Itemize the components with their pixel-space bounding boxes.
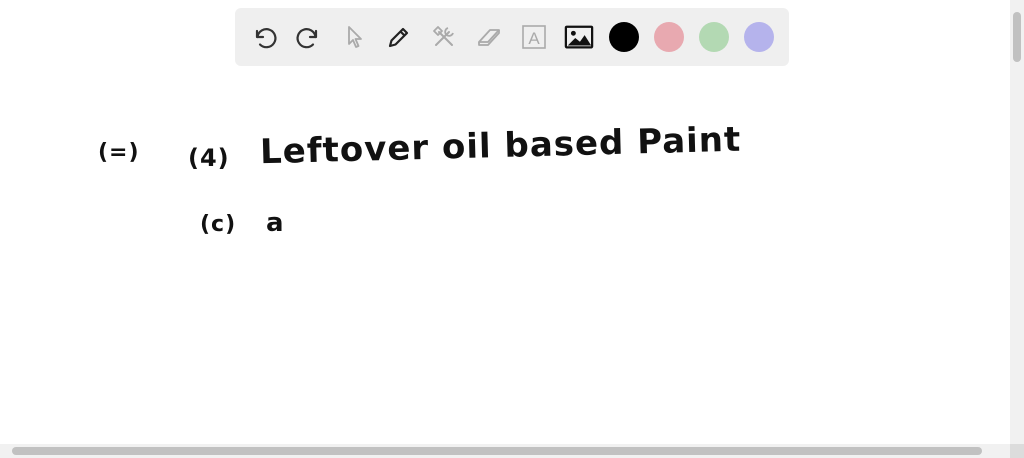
image-tool-button[interactable] — [564, 22, 594, 52]
svg-text:A: A — [528, 29, 540, 48]
color-swatch-pink[interactable] — [654, 22, 684, 52]
handwritten-prefix: (=) — [98, 140, 140, 165]
tools-button[interactable] — [429, 22, 459, 52]
redo-icon — [296, 28, 318, 49]
text-tool-button[interactable]: A — [519, 22, 549, 52]
scrollbar-corner — [1010, 444, 1024, 458]
eraser-icon — [478, 29, 500, 46]
pencil-tool-button[interactable] — [384, 22, 414, 52]
whiteboard-canvas[interactable]: A (=) (4) Leftover oil based Paint (c) a — [0, 0, 1010, 444]
handwritten-partial-text: a — [266, 208, 285, 238]
undo-icon — [255, 28, 277, 49]
text-icon: A — [522, 25, 546, 49]
drawing-toolbar: A — [235, 8, 789, 66]
horizontal-scroll-thumb[interactable] — [12, 447, 982, 455]
image-icon — [564, 25, 594, 49]
vertical-scrollbar[interactable] — [1010, 0, 1024, 444]
redo-button[interactable] — [294, 22, 324, 52]
color-swatch-purple[interactable] — [744, 22, 774, 52]
color-swatch-green[interactable] — [699, 22, 729, 52]
undo-button[interactable] — [249, 22, 279, 52]
vertical-scroll-thumb[interactable] — [1013, 12, 1021, 62]
select-arrow-icon — [348, 26, 362, 48]
handwritten-item-label-c: (c) — [200, 212, 237, 237]
handwritten-item-label: (4) — [188, 144, 230, 172]
tools-icon — [433, 26, 454, 46]
select-tool-button[interactable] — [339, 22, 369, 52]
pencil-icon — [388, 27, 409, 48]
eraser-tool-button[interactable] — [474, 22, 504, 52]
color-swatch-black[interactable] — [609, 22, 639, 52]
horizontal-scrollbar[interactable] — [0, 444, 1010, 458]
handwritten-answer-text: Leftover oil based Paint — [259, 119, 742, 173]
